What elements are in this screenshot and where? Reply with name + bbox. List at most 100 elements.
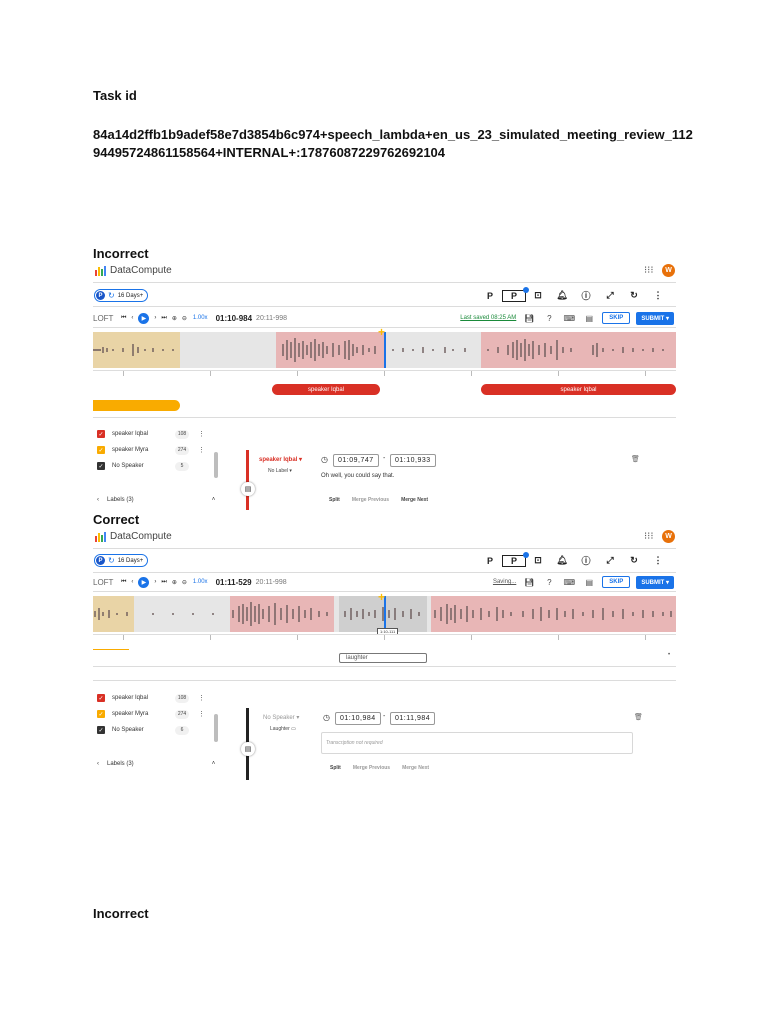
p-icon[interactable]: P — [478, 556, 502, 566]
merge-next-button[interactable]: Merge Next — [401, 497, 428, 503]
segment-end-time[interactable]: 01:11,984 — [390, 712, 436, 725]
segment-end-time[interactable]: 01:10,933 — [390, 454, 436, 467]
app-brand[interactable]: DataCompute — [95, 531, 172, 542]
region-tag-laughter[interactable]: laughter — [339, 653, 427, 663]
segment-transcript[interactable]: Oh well, you could say that. — [321, 473, 394, 479]
p-boxed-icon[interactable]: P — [502, 286, 529, 302]
info-icon[interactable]: ⓘ — [574, 289, 598, 302]
label-row-iqbal[interactable]: ✓ speaker Iqbal 108 ⋮ — [97, 428, 205, 440]
skip-button[interactable]: SKIP — [602, 312, 631, 324]
more-vert-icon[interactable]: ⋮ — [646, 555, 670, 566]
info-icon[interactable]: ⓘ — [574, 554, 598, 567]
delete-icon[interactable]: 🗑︎ — [634, 713, 643, 721]
skip-start-icon[interactable]: ⏮ — [121, 579, 126, 586]
save-icon[interactable]: 💾︎ — [522, 314, 536, 323]
checkbox-iqbal[interactable]: ✓ — [97, 694, 105, 702]
screenshot-icon[interactable]: ⊡ — [526, 555, 550, 566]
split-button[interactable]: Split — [329, 497, 340, 503]
skip-end-icon[interactable]: ⏭ — [161, 315, 166, 322]
checkbox-no-speaker[interactable]: ✓ — [97, 726, 105, 734]
region-bar-myra[interactable] — [93, 400, 180, 411]
label-row-no-speaker[interactable]: ✓ No Speaker 5 — [97, 460, 189, 472]
playhead-marker-icon[interactable]: + — [378, 326, 385, 338]
expand-icon[interactable]: ⤢ — [598, 290, 622, 301]
step-forward-icon[interactable]: › — [154, 579, 156, 585]
more-vert-icon[interactable]: ⋮ — [198, 446, 205, 454]
merge-previous-button[interactable]: Merge Previous — [353, 765, 390, 771]
zoom-in-icon[interactable]: ⊕ — [172, 579, 177, 586]
days-pill[interactable]: P ↻ 16 Days+ — [94, 554, 149, 567]
play-button[interactable]: ▶ — [138, 312, 150, 324]
segment-start-time[interactable]: 01:10,984 — [335, 712, 381, 725]
step-back-icon[interactable]: ‹ — [131, 579, 133, 585]
save-status[interactable]: Last saved 08:25 AM — [460, 315, 516, 321]
bell-icon[interactable]: 🔔︎ — [550, 555, 574, 566]
labels-scrollbar[interactable] — [214, 714, 218, 742]
label-row-no-speaker[interactable]: ✓ No Speaker 6 — [97, 724, 189, 736]
refresh-icon[interactable]: ↻ — [622, 290, 646, 301]
label-row-iqbal[interactable]: ✓ speaker Iqbal 108 ⋮ — [97, 692, 205, 704]
comment-icon[interactable]: ▤ — [582, 578, 596, 587]
keyboard-icon[interactable]: ⌨ — [562, 578, 576, 587]
segment-speaker[interactable]: speaker Iqbal ▾ — [259, 456, 302, 463]
segment-sub-label[interactable]: No Label ▾ — [268, 468, 292, 474]
step-forward-icon[interactable]: › — [154, 315, 156, 321]
save-icon[interactable]: 💾︎ — [522, 578, 536, 587]
labels-scrollbar[interactable] — [214, 452, 218, 478]
labels-footer[interactable]: ‹ Labels (3) ˄ — [97, 761, 215, 767]
screenshot-icon[interactable]: ⊡ — [526, 290, 550, 301]
speed-control[interactable]: 1.00x — [193, 315, 208, 321]
zoom-out-icon[interactable]: ⊖ — [182, 579, 187, 586]
chevron-left-icon[interactable]: ‹ — [97, 761, 99, 767]
more-vert-icon[interactable]: ⋮ — [646, 290, 670, 301]
bell-icon[interactable]: 🔔︎ — [550, 290, 574, 301]
chevron-up-icon[interactable]: ˄ — [212, 761, 216, 767]
delete-icon[interactable]: 🗑︎ — [631, 455, 640, 463]
p-boxed-icon[interactable]: P — [502, 551, 529, 567]
checkbox-myra[interactable]: ✓ — [97, 446, 105, 454]
submit-button[interactable]: SUBMIT ▾ — [636, 311, 674, 325]
help-icon[interactable]: ? — [542, 578, 556, 587]
split-button[interactable]: Split — [330, 765, 341, 771]
zoom-in-icon[interactable]: ⊕ — [172, 315, 177, 322]
step-back-icon[interactable]: ‹ — [131, 315, 133, 321]
segment-sub-label[interactable]: Laughter ▭ — [270, 726, 296, 732]
segment-start-time[interactable]: 01:09,747 — [333, 454, 379, 467]
p-icon[interactable]: P — [478, 291, 502, 301]
keyboard-icon[interactable]: ⌨ — [562, 314, 576, 323]
merge-next-button[interactable]: Merge Next — [402, 765, 429, 771]
label-row-myra[interactable]: ✓ speaker Myra 274 ⋮ — [97, 444, 205, 456]
segment-speaker[interactable]: No Speaker ▾ — [263, 714, 299, 721]
skip-button[interactable]: SKIP — [602, 576, 631, 588]
avatar[interactable]: W — [662, 264, 675, 277]
comment-icon[interactable]: ▤ — [582, 314, 596, 323]
avatar[interactable]: W — [662, 530, 675, 543]
label-row-myra[interactable]: ✓ speaker Myra 274 ⋮ — [97, 708, 205, 720]
apps-grid-icon[interactable]: ⁝⁝⁝ — [644, 531, 654, 542]
region-tag-iqbal-2[interactable]: speaker Iqbal — [481, 384, 676, 395]
add-comment-icon[interactable]: ▤ — [241, 742, 255, 756]
checkbox-no-speaker[interactable]: ✓ — [97, 462, 105, 470]
more-vert-icon[interactable]: ⋮ — [198, 694, 205, 702]
skip-end-icon[interactable]: ⏭ — [161, 579, 166, 586]
expand-icon[interactable]: ⤢ — [598, 555, 622, 566]
region-tag-iqbal-1[interactable]: speaker Iqbal — [272, 384, 380, 395]
more-vert-icon[interactable]: ⋮ — [198, 430, 205, 438]
speed-control[interactable]: 1.00x — [193, 579, 208, 585]
labels-footer[interactable]: ‹ Labels (3) ˄ — [97, 497, 215, 503]
refresh-icon[interactable]: ↻ — [622, 555, 646, 566]
skip-start-icon[interactable]: ⏮ — [121, 315, 126, 322]
merge-previous-button[interactable]: Merge Previous — [352, 497, 389, 503]
add-comment-icon[interactable]: ▤ — [241, 482, 255, 496]
more-vert-icon[interactable]: ⋮ — [198, 710, 205, 718]
play-button[interactable]: ▶ — [138, 576, 150, 588]
chevron-up-icon[interactable]: ˄ — [212, 497, 216, 503]
zoom-out-icon[interactable]: ⊖ — [182, 315, 187, 322]
app-brand[interactable]: DataCompute — [95, 265, 172, 276]
apps-grid-icon[interactable]: ⁝⁝⁝ — [644, 265, 654, 276]
chevron-left-icon[interactable]: ‹ — [97, 497, 99, 503]
playhead-marker-icon[interactable]: + — [378, 591, 385, 603]
checkbox-myra[interactable]: ✓ — [97, 710, 105, 718]
help-icon[interactable]: ? — [542, 314, 556, 323]
checkbox-iqbal[interactable]: ✓ — [97, 430, 105, 438]
